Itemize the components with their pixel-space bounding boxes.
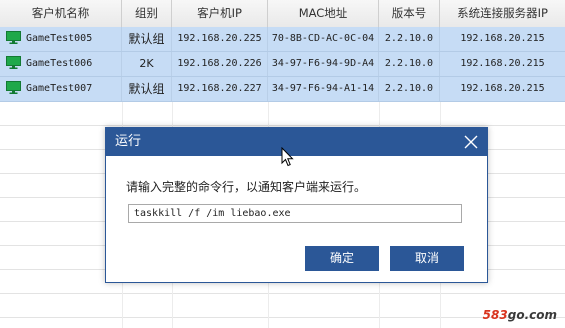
empty-row [0, 102, 565, 126]
monitor-icon [6, 80, 21, 94]
table-header: 客户机名称 组别 客户机IP MAC地址 版本号 系统连接服务器IP [0, 0, 565, 28]
col-header-client-name[interactable]: 客户机名称 [0, 0, 122, 27]
empty-row [0, 294, 565, 318]
col-header-mac[interactable]: MAC地址 [268, 0, 379, 27]
run-dialog: 运行 请输入完整的命令行，以通知客户端来运行。 taskkill /f /im … [105, 127, 488, 283]
ok-button[interactable]: 确定 [305, 246, 379, 271]
client-name: GameTest007 [26, 83, 93, 94]
dialog-title-bar[interactable]: 运行 [106, 128, 487, 156]
client-name: GameTest005 [26, 33, 93, 44]
server-ip-cell: 192.168.20.215 [460, 58, 545, 69]
mouse-cursor-icon [281, 147, 294, 167]
mac-cell: 34-97-F6-94-A1-14 [268, 77, 379, 101]
command-input[interactable]: taskkill /f /im liebao.exe [128, 204, 462, 223]
table-row[interactable]: GameTest005 默认组 192.168.20.225 70-8B-CD-… [0, 27, 565, 52]
dialog-prompt: 请输入完整的命令行，以通知客户端来运行。 [126, 180, 367, 194]
col-header-server-ip[interactable]: 系统连接服务器IP [440, 0, 565, 27]
table-row[interactable]: GameTest007 默认组 192.168.20.227 34-97-F6-… [0, 77, 565, 102]
monitor-icon [6, 55, 21, 69]
version-cell: 2.2.10.0 [379, 77, 440, 101]
client-name-cell: GameTest005 [0, 27, 122, 51]
close-icon[interactable] [463, 134, 479, 150]
server-ip-cell: 192.168.20.215 [460, 33, 545, 44]
group-cell: 默认组 [122, 27, 172, 51]
mac-cell: 34-97-F6-94-9D-A4 [268, 52, 379, 76]
server-ip-cell: 192.168.20.215 [460, 83, 545, 94]
group-cell: 默认组 [122, 77, 172, 101]
client-name: GameTest006 [26, 58, 93, 69]
col-header-client-ip[interactable]: 客户机IP [172, 0, 268, 27]
client-ip-cell: 192.168.20.226 [172, 52, 268, 76]
watermark-domain: go.com [507, 308, 557, 322]
client-ip-cell: 192.168.20.225 [172, 27, 268, 51]
dialog-title: 运行 [115, 134, 142, 149]
cancel-button[interactable]: 取消 [390, 246, 464, 271]
watermark-number: 583 [482, 308, 508, 322]
version-cell: 2.2.10.0 [379, 52, 440, 76]
version-cell: 2.2.10.0 [379, 27, 440, 51]
col-header-version[interactable]: 版本号 [379, 0, 440, 27]
client-ip-cell: 192.168.20.227 [172, 77, 268, 101]
mac-cell: 70-8B-CD-AC-0C-04 [268, 27, 379, 51]
client-name-cell: GameTest006 [0, 52, 122, 76]
site-watermark: 583go.com [483, 308, 557, 322]
client-name-cell: GameTest007 [0, 77, 122, 101]
monitor-icon [6, 30, 21, 44]
col-header-group[interactable]: 组别 [122, 0, 172, 27]
group-cell: 2K [122, 52, 172, 76]
table-row[interactable]: GameTest006 2K 192.168.20.226 34-97-F6-9… [0, 52, 565, 77]
